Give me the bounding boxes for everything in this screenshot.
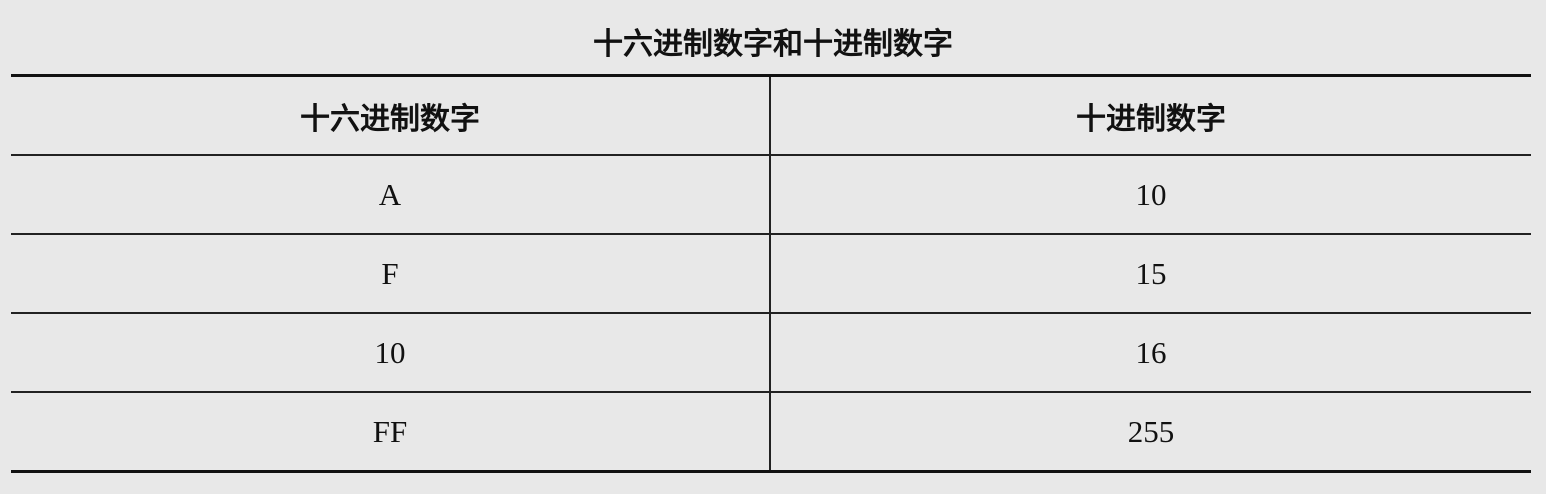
cell-hex: F bbox=[11, 233, 771, 313]
table-row: FF 255 bbox=[11, 391, 1531, 472]
hex-decimal-table: 十六进制数字 十进制数字 A 10 F 15 10 16 FF 255 bbox=[11, 74, 1531, 473]
cell-dec: 255 bbox=[770, 391, 1531, 472]
cell-dec: 15 bbox=[770, 233, 1531, 313]
table-row: F 15 bbox=[11, 233, 1531, 313]
cell-dec: 10 bbox=[770, 154, 1531, 234]
header-dec: 十进制数字 bbox=[1076, 101, 1226, 137]
table-row: 10 16 bbox=[11, 312, 1531, 392]
table-row: A 10 bbox=[11, 154, 1531, 234]
table-title: 十六进制数字和十进制数字 bbox=[593, 27, 953, 62]
cell-hex: A bbox=[11, 154, 771, 234]
cell-hex: FF bbox=[11, 391, 771, 472]
cell-hex: 10 bbox=[11, 312, 771, 392]
table-header-row: 十六进制数字 十进制数字 bbox=[11, 75, 1531, 155]
header-hex: 十六进制数字 bbox=[11, 75, 771, 155]
cell-dec: 16 bbox=[770, 312, 1531, 392]
